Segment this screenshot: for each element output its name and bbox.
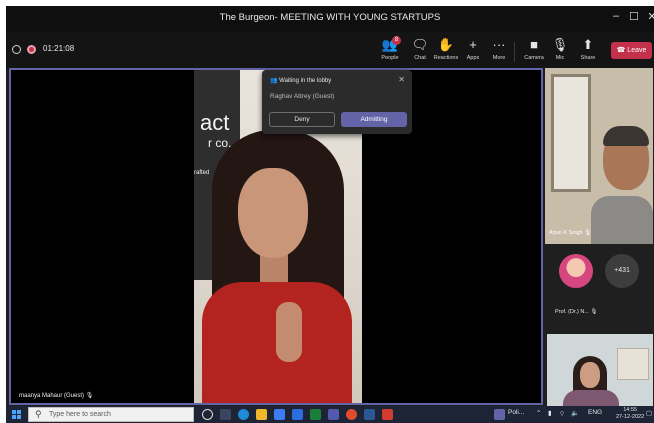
windows-start-icon[interactable] — [12, 410, 21, 419]
self-view-tile[interactable] — [547, 334, 653, 406]
search-placeholder: Type here to search — [49, 411, 111, 418]
wifi-icon[interactable]: ⌔ — [559, 409, 565, 418]
main-participant-name: maanya Mahaur (Guest) 🎙 — [19, 393, 94, 399]
notification-icon[interactable]: ▢ — [646, 409, 652, 417]
powerpoint-icon[interactable] — [382, 409, 393, 420]
close-button[interactable]: ✕ — [644, 10, 654, 23]
avatar-name-tag: Prof. (Dr.) N... 🎙 — [555, 309, 598, 315]
banner-text-3: rafted — [194, 170, 210, 176]
speaker-face — [238, 168, 308, 258]
phone-icon: ☎ — [616, 47, 628, 54]
participant-hair — [603, 126, 649, 146]
cortana-icon[interactable] — [202, 409, 213, 420]
participant-tile-1[interactable]: Arjun K Singh 🎙 — [545, 68, 653, 244]
maximize-button[interactable]: ☐ — [626, 10, 642, 23]
chrome-icon[interactable] — [346, 409, 357, 420]
meeting-timer: 01:21:08 — [43, 44, 75, 53]
clock-time: 14:55 — [623, 407, 637, 413]
speaker-icon[interactable]: 🔈 — [571, 409, 579, 417]
word-icon[interactable] — [364, 409, 375, 420]
people-icon: 👥 — [270, 78, 280, 84]
participant-avatar-row: +431 Prof. (Dr.) N... 🎙 — [545, 246, 653, 332]
excel-icon[interactable] — [310, 409, 321, 420]
title-bar: The Burgeon- MEETING WITH YOUNG STARTUPS… — [6, 6, 654, 32]
pinned-app-label[interactable]: Poli... — [508, 409, 524, 416]
share-label: Share — [580, 55, 596, 61]
windows-taskbar: ⚲ Type here to search Poli... ⌃ ▮ ⌔ 🔈 EN… — [6, 406, 654, 423]
more-label: More — [492, 55, 506, 61]
share-button[interactable]: ⬆ Share — [572, 36, 604, 68]
meeting-toolbar: 01:21:08 👥 8 People 🗨 Chat ✋ Reactions +… — [6, 32, 654, 70]
people-count-badge: 8 — [392, 36, 401, 45]
avatar[interactable] — [559, 254, 593, 288]
speaker-hand — [276, 302, 302, 362]
leave-label: Leave — [627, 47, 647, 54]
mail-icon[interactable] — [292, 409, 303, 420]
mic-off-icon: 🎙 — [584, 230, 592, 236]
lobby-header: 👥 Waiting in the lobby — [270, 78, 332, 84]
admit-button[interactable]: Admitting — [341, 112, 407, 127]
participant-name-tag: Arjun K Singh 🎙 — [549, 230, 592, 236]
more-icon: ··· — [492, 37, 506, 52]
store-icon[interactable] — [274, 409, 285, 420]
share-icon: ⬆ — [582, 37, 594, 52]
taskbar-search-box[interactable]: ⚲ Type here to search — [28, 407, 194, 422]
people-button[interactable]: 👥 8 People — [374, 36, 406, 68]
edge-icon[interactable] — [238, 409, 249, 420]
window-title: The Burgeon- MEETING WITH YOUNG STARTUPS — [219, 12, 441, 23]
teams-icon[interactable] — [328, 409, 339, 420]
close-icon[interactable]: ✕ — [398, 75, 405, 84]
participant-face — [580, 362, 600, 388]
more-participants-count[interactable]: +431 — [605, 254, 639, 288]
language-indicator[interactable]: ENG — [588, 409, 602, 416]
window-background — [551, 74, 591, 192]
people-icon: 👥 — [381, 37, 399, 52]
shield-icon — [12, 45, 21, 54]
task-view-icon[interactable] — [220, 409, 231, 420]
background-shelf — [617, 348, 649, 380]
mic-off-icon: 🎙 — [85, 393, 94, 399]
toolbar-divider — [514, 42, 515, 62]
banner-text-1: act — [200, 110, 230, 135]
recording-icon — [27, 45, 36, 54]
search-icon: ⚲ — [35, 409, 42, 419]
file-explorer-icon[interactable] — [256, 409, 267, 420]
chevron-up-icon[interactable]: ⌃ — [536, 409, 541, 417]
network-icon[interactable]: ▮ — [548, 409, 552, 417]
people-label: People — [381, 55, 399, 61]
mic-off-icon: 🎙 — [590, 309, 598, 315]
deny-button[interactable]: Deny — [269, 112, 335, 127]
clock-date: 27-12-2022 — [616, 414, 645, 420]
lobby-notification: 👥 Waiting in the lobby ✕ Raghav Attrey (… — [262, 70, 412, 134]
teams-meeting-window: The Burgeon- MEETING WITH YOUNG STARTUPS… — [6, 6, 654, 423]
lobby-guest-name: Raghav Attrey (Guest) — [270, 93, 335, 100]
leave-button[interactable]: ☎ Leave — [611, 42, 652, 59]
taskbar-clock[interactable]: 14:55 27-12-2022 — [616, 407, 644, 421]
participant-body — [563, 390, 619, 406]
more-button[interactable]: ··· More — [483, 36, 515, 68]
participant-body — [591, 196, 653, 244]
pinned-app-icon[interactable] — [494, 409, 505, 420]
minimize-button[interactable]: – — [608, 10, 624, 22]
